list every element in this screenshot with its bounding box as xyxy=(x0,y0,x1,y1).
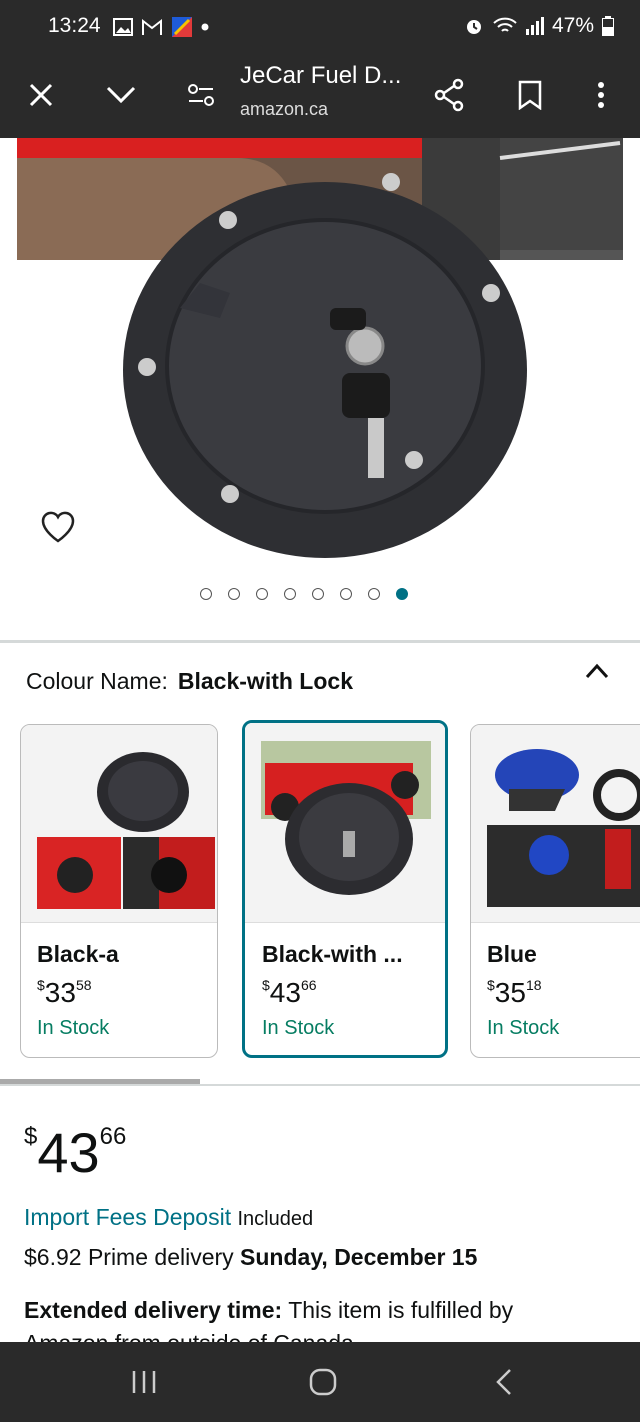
carousel-dot-active[interactable] xyxy=(396,588,408,600)
colour-name-value: Black-with Lock xyxy=(177,668,353,694)
share-button[interactable] xyxy=(428,74,470,116)
variant-price: $3358 xyxy=(37,977,92,1008)
import-fees-suffix: Included xyxy=(237,1208,314,1230)
chevron-down-icon xyxy=(106,86,136,104)
variant-card-black-a[interactable]: Black-a $3358 In Stock xyxy=(20,724,218,1058)
signal-icon xyxy=(525,17,544,35)
product-image[interactable] xyxy=(0,138,640,643)
section-divider xyxy=(0,640,640,643)
carousel-dot[interactable] xyxy=(200,588,212,600)
colour-name-label: Colour Name: xyxy=(26,668,168,694)
extended-delivery-label: Extended delivery time: xyxy=(24,1297,283,1323)
image-carousel-dots xyxy=(200,588,408,600)
gallery-notification-icon xyxy=(113,18,133,36)
extended-delivery-text: This item is fulfilled by xyxy=(288,1297,514,1323)
minimize-button[interactable] xyxy=(100,74,142,116)
carousel-dot[interactable] xyxy=(312,588,324,600)
bookmark-button[interactable] xyxy=(509,74,551,116)
collapse-colour-button[interactable] xyxy=(584,662,610,685)
battery-percent: 47% xyxy=(551,14,594,37)
page-title[interactable]: JeCar Fuel D... xyxy=(240,62,401,90)
import-fees-link[interactable]: Import Fees Deposit xyxy=(24,1204,231,1230)
variant-price: $4366 xyxy=(262,977,317,1008)
variant-thumbnail xyxy=(471,725,640,923)
product-price: $4366 xyxy=(24,1121,127,1184)
back-icon xyxy=(496,1369,511,1395)
fuel-door-photo xyxy=(17,138,623,558)
more-vert-icon xyxy=(598,82,604,108)
section-divider xyxy=(0,1084,640,1086)
recent-apps-button[interactable] xyxy=(124,1364,164,1400)
back-button[interactable] xyxy=(484,1364,524,1400)
variant-name: Black-a xyxy=(37,941,119,967)
variant-card-black-with-lock[interactable]: Black-with ... $4366 In Stock xyxy=(242,720,448,1058)
variant-name: Blue xyxy=(487,941,537,967)
colour-name-row: Colour Name: Black-with Lock xyxy=(26,668,353,695)
more-notifications-icon xyxy=(201,23,209,31)
page-url[interactable]: amazon.ca xyxy=(240,99,328,120)
app-notification-icon xyxy=(172,17,192,37)
variant-stock: In Stock xyxy=(37,1017,110,1039)
variant-stock: In Stock xyxy=(262,1017,335,1039)
browser-toolbar: JeCar Fuel D... amazon.ca xyxy=(0,52,640,138)
bookmark-icon xyxy=(518,80,542,110)
delivery-date: Sunday, December 15 xyxy=(240,1244,478,1270)
home-button[interactable] xyxy=(303,1364,343,1400)
variant-card-blue[interactable]: Blue $3518 In Stock xyxy=(470,724,640,1058)
share-icon xyxy=(434,78,464,112)
variant-stock: In Stock xyxy=(487,1017,560,1039)
wishlist-button[interactable] xyxy=(40,510,76,549)
variant-name: Black-with ... xyxy=(262,941,403,967)
carousel-dot[interactable] xyxy=(340,588,352,600)
system-navigation-bar xyxy=(0,1342,640,1422)
variant-thumbnail xyxy=(245,723,445,923)
site-settings-button[interactable] xyxy=(180,74,222,116)
extended-delivery-row: Extended delivery time: This item is ful… xyxy=(24,1297,513,1324)
battery-icon xyxy=(602,16,614,36)
carousel-dot[interactable] xyxy=(284,588,296,600)
heart-icon xyxy=(41,511,75,543)
variant-price: $3518 xyxy=(487,977,542,1008)
close-icon xyxy=(29,83,53,107)
alarm-icon xyxy=(466,20,481,34)
wifi-icon xyxy=(493,17,517,32)
recent-apps-icon xyxy=(132,1371,156,1393)
tune-icon xyxy=(188,84,214,106)
home-icon xyxy=(309,1368,337,1396)
close-tab-button[interactable] xyxy=(20,74,62,116)
status-time: 13:24 xyxy=(48,14,101,37)
carousel-dot[interactable] xyxy=(256,588,268,600)
more-options-button[interactable] xyxy=(580,74,622,116)
carousel-dot[interactable] xyxy=(368,588,380,600)
chevron-up-icon xyxy=(585,663,609,679)
import-fees-row: Import Fees Deposit Included xyxy=(24,1204,313,1231)
gmail-notification-icon xyxy=(142,18,162,35)
status-bar: 13:24 47% xyxy=(0,0,640,52)
delivery-row: $6.92 Prime delivery Sunday, December 15 xyxy=(24,1244,477,1271)
carousel-dot[interactable] xyxy=(228,588,240,600)
delivery-prefix: $6.92 Prime delivery xyxy=(24,1244,234,1270)
variant-thumbnail xyxy=(21,725,217,923)
